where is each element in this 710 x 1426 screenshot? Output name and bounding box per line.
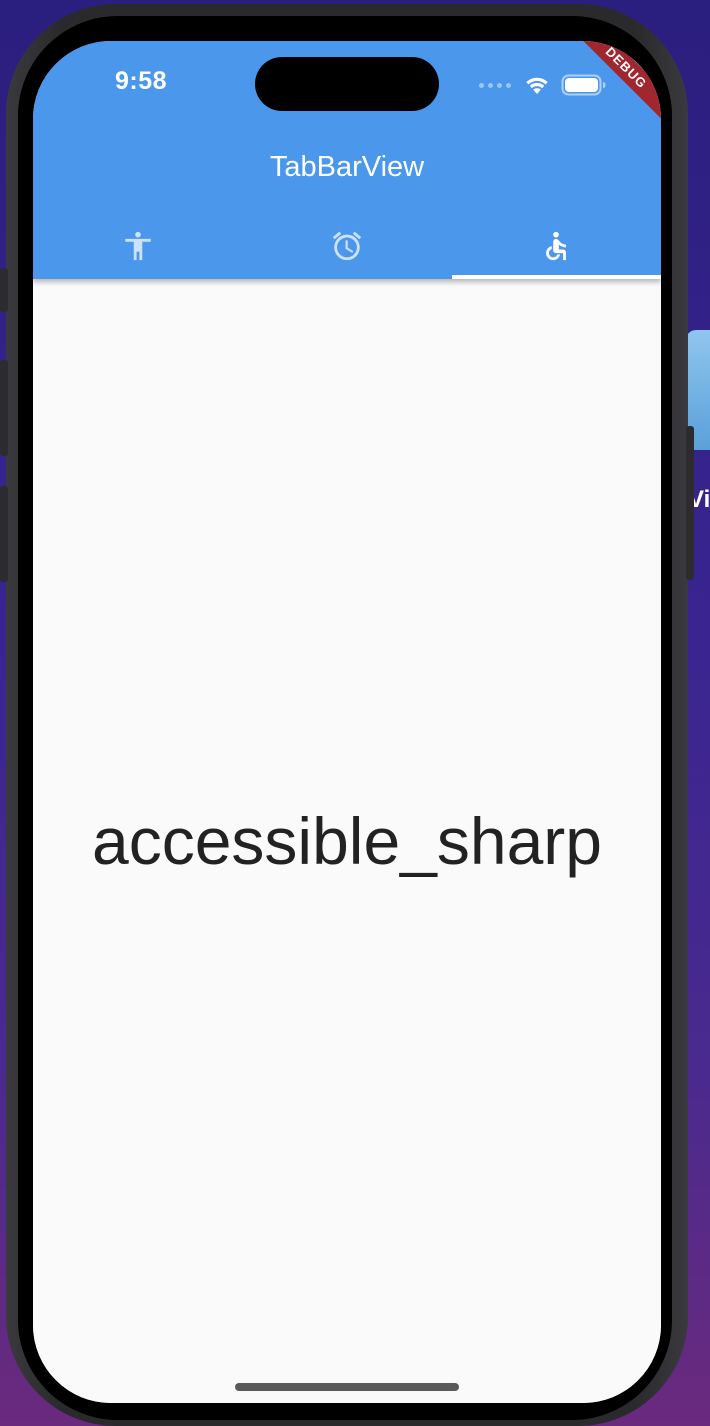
tab-accessible[interactable]: [451, 213, 661, 279]
volume-down-button: [0, 486, 8, 582]
tab-indicator: [451, 275, 661, 279]
tab-alarm[interactable]: [242, 213, 451, 279]
phone-screen: 9:58 DEBUG TabBarView accessible_sharp: [33, 41, 661, 1403]
tab-content-label: accessible_sharp: [92, 804, 602, 878]
action-button: [0, 268, 8, 312]
dynamic-island: [255, 57, 439, 111]
wifi-icon: [526, 77, 548, 94]
status-time: 9:58: [115, 67, 168, 95]
battery-icon: [561, 74, 606, 96]
accessible-icon: [546, 231, 567, 261]
home-indicator[interactable]: [235, 1383, 459, 1391]
app-bar: 9:58 DEBUG TabBarView: [33, 41, 661, 279]
status-icons: [479, 71, 607, 99]
app-bar-title: TabBarView: [269, 151, 425, 183]
power-button: [686, 426, 694, 580]
alarm-icon: [332, 231, 362, 261]
cellular-signal-icon: [479, 82, 511, 88]
tab-accessibility[interactable]: [33, 213, 242, 279]
tab-content: accessible_sharp: [33, 279, 661, 1403]
accessibility-icon: [124, 231, 151, 261]
volume-up-button: [0, 360, 8, 456]
tab-bar: [33, 213, 661, 279]
